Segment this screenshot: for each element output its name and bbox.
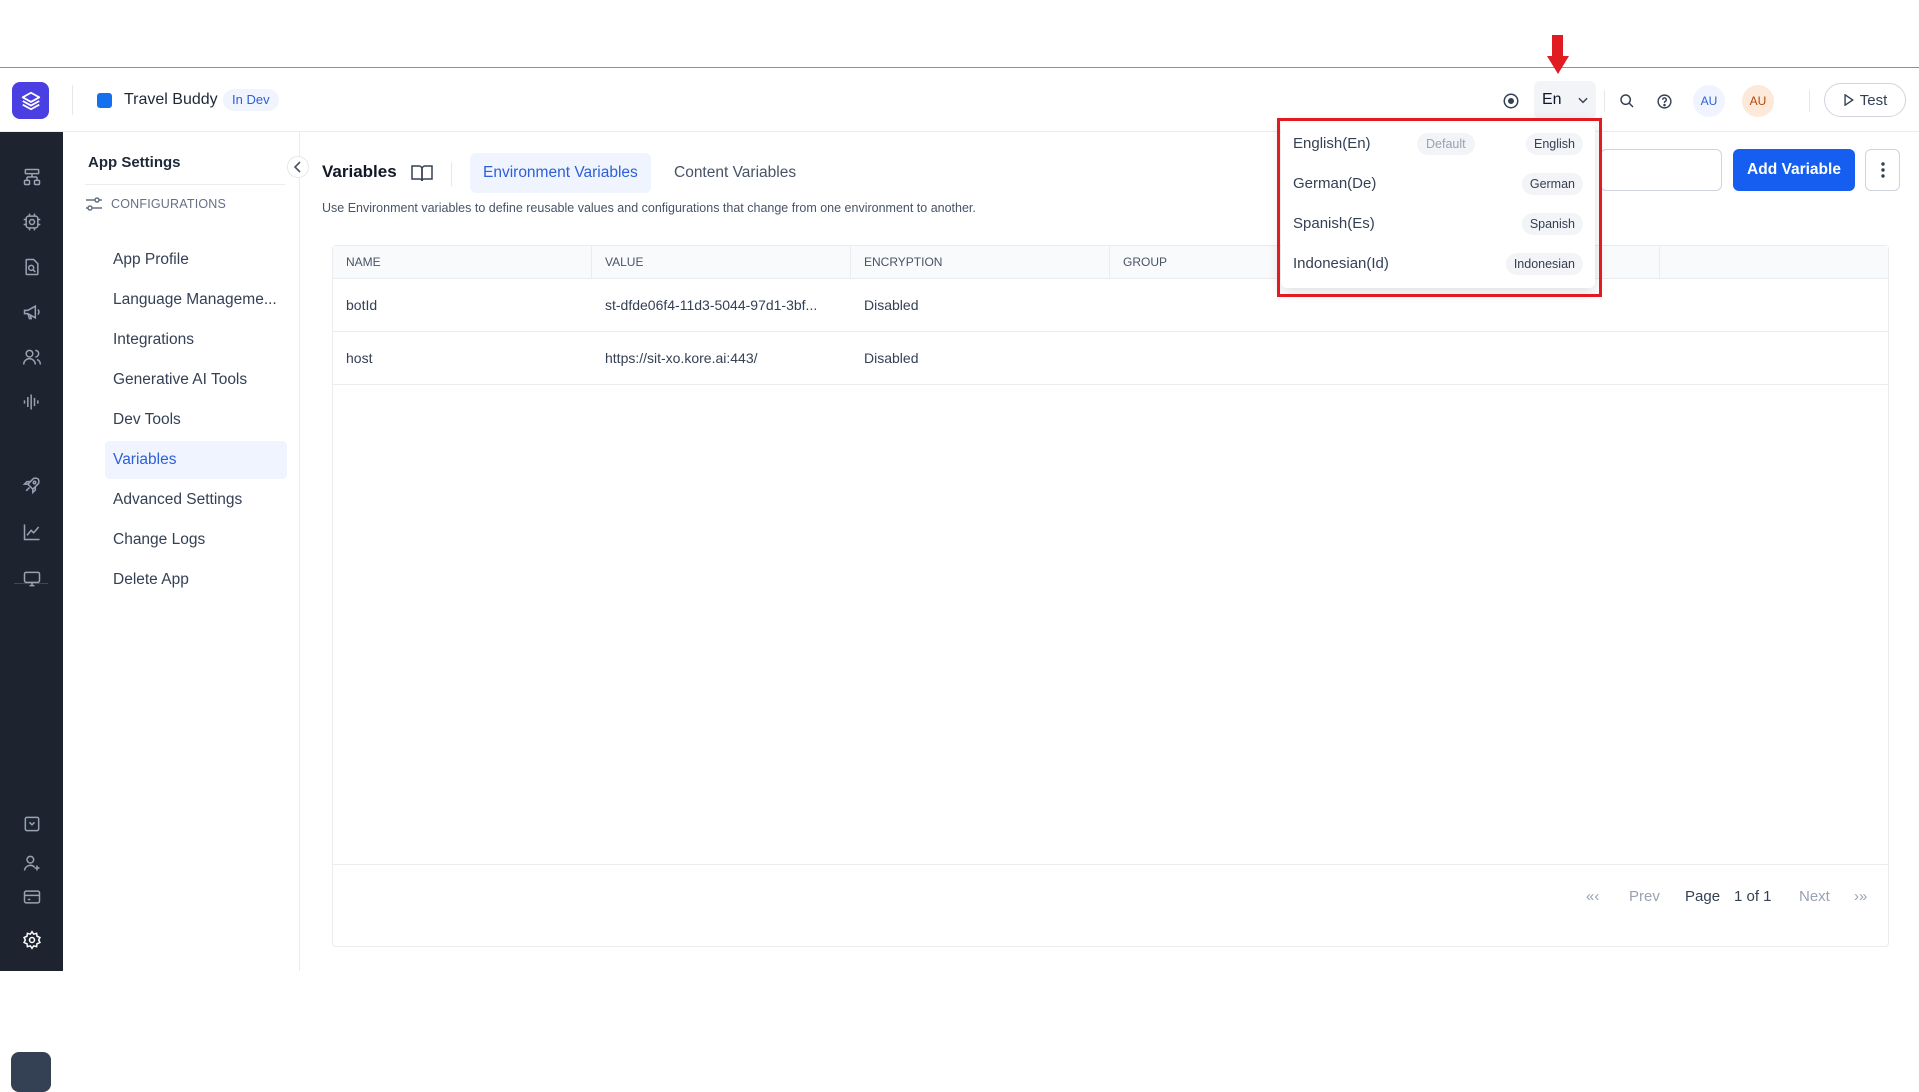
column-header-name[interactable]: NAME xyxy=(333,246,592,279)
test-button[interactable]: Test xyxy=(1824,83,1906,117)
language-selector-label: En xyxy=(1542,91,1562,108)
pagination-bar: «‹ Prev Page 1 of 1 Next ›» xyxy=(333,864,1888,948)
search-icon[interactable] xyxy=(1617,91,1637,111)
table-header: NAME VALUE ENCRYPTION GROUP xyxy=(333,246,1888,279)
rocket-icon[interactable] xyxy=(20,473,44,497)
cell-encryption: Disabled xyxy=(864,297,919,313)
sidebar-title: App Settings xyxy=(88,154,181,171)
language-tag: German xyxy=(1521,173,1583,195)
monitor-icon[interactable] xyxy=(20,567,44,591)
help-icon[interactable] xyxy=(1654,91,1674,111)
avatar-user[interactable]: AU xyxy=(1742,85,1774,117)
page-title: Variables xyxy=(322,162,397,181)
top-header: Travel Buddy In Dev En AU AU Test xyxy=(0,69,1919,132)
status-badge: In Dev xyxy=(223,89,279,111)
default-badge: Default xyxy=(1417,133,1475,155)
more-options-button[interactable] xyxy=(1865,149,1900,191)
table-row[interactable]: host https://sit-xo.kore.ai:443/ Disable… xyxy=(333,332,1888,385)
variables-table: NAME VALUE ENCRYPTION GROUP botId st-dfd… xyxy=(332,245,1889,947)
chevron-down-icon xyxy=(1577,97,1588,104)
sliders-icon xyxy=(86,197,102,211)
browser-blank-area xyxy=(0,0,1919,68)
language-tag: Indonesian xyxy=(1505,253,1583,275)
section-label: CONFIGURATIONS xyxy=(111,197,227,211)
page-indicator: 1 of 1 xyxy=(1734,888,1772,905)
language-option-indonesian[interactable]: Indonesian(Id) Indonesian xyxy=(1281,244,1595,284)
header-divider xyxy=(72,85,73,115)
tab-environment-variables[interactable]: Environment Variables xyxy=(470,153,651,193)
voice-wave-icon[interactable] xyxy=(20,390,44,414)
cell-name: host xyxy=(346,350,373,366)
analytics-chart-icon[interactable] xyxy=(20,520,44,544)
language-option-label: German(De) xyxy=(1293,175,1377,192)
credit-card-icon[interactable] xyxy=(20,885,44,909)
first-page-button[interactable]: «‹ xyxy=(1586,888,1599,905)
app-title[interactable]: Travel Buddy xyxy=(124,91,218,109)
title-separator xyxy=(451,162,452,186)
inbox-icon[interactable] xyxy=(20,812,44,836)
book-icon[interactable] xyxy=(411,164,433,182)
test-button-label: Test xyxy=(1859,91,1888,109)
page-label: Page xyxy=(1685,888,1721,905)
gear-icon[interactable] xyxy=(20,928,44,952)
page-description: Use Environment variables to define reus… xyxy=(322,201,976,215)
configurations-section: CONFIGURATIONS xyxy=(85,194,285,214)
target-icon[interactable] xyxy=(1501,91,1521,111)
last-page-button[interactable]: ›» xyxy=(1854,888,1867,905)
sidebar-item-dev-tools[interactable]: Dev Tools xyxy=(105,401,287,439)
search-input[interactable] xyxy=(1600,149,1722,191)
megaphone-icon[interactable] xyxy=(20,300,44,324)
cell-value: st-dfde06f4-11d3-5044-97d1-3bf... xyxy=(605,297,818,313)
layers-icon xyxy=(21,91,40,110)
annotation-arrow-head xyxy=(1547,56,1569,74)
kebab-menu-icon xyxy=(1880,162,1885,178)
avatar-workspace[interactable]: AU xyxy=(1693,85,1725,117)
section-divider xyxy=(85,184,285,185)
flows-icon[interactable] xyxy=(20,165,44,189)
language-option-german[interactable]: German(De) German xyxy=(1281,164,1595,204)
language-dropdown: English(En) Default English German(De) G… xyxy=(1281,120,1595,288)
language-selector[interactable]: En xyxy=(1534,81,1596,119)
language-option-label: English(En) xyxy=(1293,135,1371,152)
ai-chip-icon[interactable] xyxy=(20,210,44,234)
header-separator xyxy=(1809,90,1810,112)
language-tag: English xyxy=(1526,133,1583,155)
add-variable-button[interactable]: Add Variable xyxy=(1733,149,1855,191)
settings-sidebar: App Settings CONFIGURATIONS App Profile … xyxy=(63,132,309,971)
sidebar-item-language-management[interactable]: Language Manageme... xyxy=(105,281,287,319)
search-document-icon[interactable] xyxy=(20,255,44,279)
sidebar-item-integrations[interactable]: Integrations xyxy=(105,321,287,359)
next-page-button[interactable]: Next xyxy=(1799,888,1830,905)
main-content: Variables Environment Variables Content … xyxy=(300,132,1919,971)
sidebar-item-variables[interactable]: Variables xyxy=(105,441,287,479)
users-icon[interactable] xyxy=(20,345,44,369)
sidebar-item-change-logs[interactable]: Change Logs xyxy=(105,521,287,559)
prev-page-button[interactable]: Prev xyxy=(1629,888,1660,905)
cell-encryption: Disabled xyxy=(864,350,919,366)
language-option-label: Indonesian(Id) xyxy=(1293,255,1389,272)
annotation-arrow-icon xyxy=(1552,35,1563,58)
left-icon-rail xyxy=(0,132,63,1092)
add-user-icon[interactable] xyxy=(20,851,44,875)
sidebar-item-delete-app[interactable]: Delete App xyxy=(105,561,287,599)
column-header-encryption[interactable]: ENCRYPTION xyxy=(851,246,1110,279)
header-separator xyxy=(1604,90,1605,112)
tab-content-variables[interactable]: Content Variables xyxy=(661,153,809,193)
table-row[interactable]: botId st-dfde06f4-11d3-5044-97d1-3bf... … xyxy=(333,279,1888,332)
play-icon xyxy=(1844,94,1854,106)
sidebar-item-generative-ai-tools[interactable]: Generative AI Tools xyxy=(105,361,287,399)
language-tag: Spanish xyxy=(1521,213,1583,235)
column-header-value[interactable]: VALUE xyxy=(592,246,851,279)
language-option-spanish[interactable]: Spanish(Es) Spanish xyxy=(1281,204,1595,244)
language-option-label: Spanish(Es) xyxy=(1293,215,1375,232)
cell-name: botId xyxy=(346,297,378,313)
rail-active-bg xyxy=(11,1052,51,1092)
language-option-english[interactable]: English(En) Default English xyxy=(1281,124,1595,164)
sidebar-item-app-profile[interactable]: App Profile xyxy=(105,241,287,279)
app-logo[interactable] xyxy=(12,82,49,119)
sidebar-item-advanced-settings[interactable]: Advanced Settings xyxy=(105,481,287,519)
chat-app-icon xyxy=(97,93,112,108)
cell-value: https://sit-xo.kore.ai:443/ xyxy=(605,350,758,366)
